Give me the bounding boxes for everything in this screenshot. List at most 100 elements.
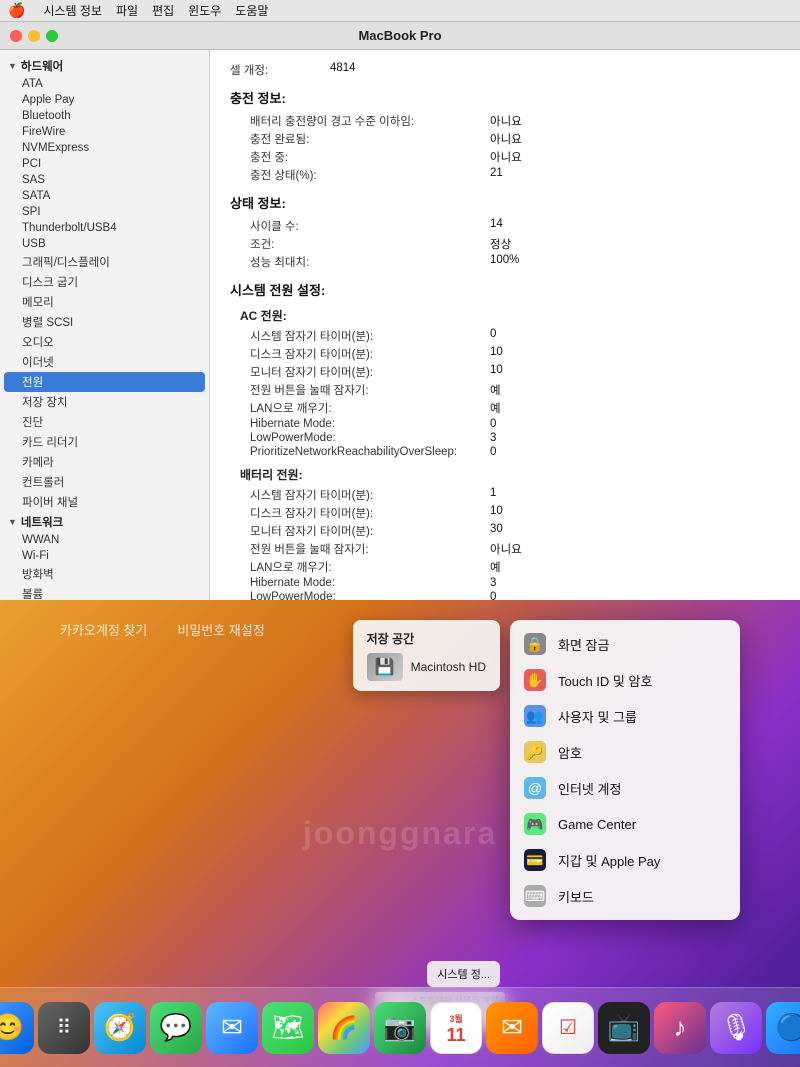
dock-podcasts[interactable]: 🎙 bbox=[710, 1002, 762, 1054]
disk-sleep-value: 10 bbox=[490, 346, 503, 362]
sidebar-item-ethernet[interactable]: 이더넷 bbox=[0, 352, 209, 372]
hardware-arrow: ▼ bbox=[8, 61, 17, 71]
battery-power-title: 배터리 전원: bbox=[240, 466, 780, 483]
sidebar-item-memory[interactable]: 메모리 bbox=[0, 292, 209, 312]
sidebar-item-fiberchannel[interactable]: 파이버 채널 bbox=[0, 492, 209, 512]
mail-icon: ✉ bbox=[221, 1012, 243, 1043]
monitor-sleep-label: 모니터 잠자기 타이머(분): bbox=[250, 364, 490, 380]
power-btn-sleep-value: 예 bbox=[490, 382, 501, 398]
battery-low-label: 배터리 충전량이 경고 수준 이하임: bbox=[250, 113, 490, 129]
dock-mail[interactable]: ✉ bbox=[206, 1002, 258, 1054]
menu-file[interactable]: 파일 bbox=[116, 2, 138, 19]
traffic-lights bbox=[10, 30, 58, 42]
sidebar-item-sas[interactable]: SAS bbox=[0, 172, 209, 188]
lan-wakeup-value: 예 bbox=[490, 400, 501, 416]
dropdown-keyboard[interactable]: ⌨ 키보드 bbox=[510, 878, 740, 914]
kakao-text[interactable]: 카카오계정 찾기 bbox=[60, 620, 147, 639]
dock-finder[interactable]: 😊 bbox=[0, 1002, 34, 1054]
photos-icon: 🌈 bbox=[330, 1015, 357, 1041]
password-text[interactable]: 비밀번호 재설정 bbox=[177, 620, 264, 639]
dock-calendar[interactable]: 3월 11 bbox=[430, 1002, 482, 1054]
dropdown-touchid-label: Touch ID 및 암호 bbox=[558, 671, 652, 690]
dock-photos[interactable]: 🌈 bbox=[318, 1002, 370, 1054]
sidebar-item-thunderbolt[interactable]: Thunderbolt/USB4 bbox=[0, 220, 209, 236]
dropdown-users[interactable]: 👥 사용자 및 그룹 bbox=[510, 698, 740, 734]
dock-facetime[interactable]: 📷 bbox=[374, 1002, 426, 1054]
dock-finder2[interactable]: 🔵 bbox=[766, 1002, 800, 1054]
sidebar-item-spi[interactable]: SPI bbox=[0, 204, 209, 220]
reminders-icon: ☑ bbox=[559, 1015, 577, 1040]
network-arrow: ▼ bbox=[8, 517, 17, 527]
network-section[interactable]: ▼ 네트워크 bbox=[0, 512, 209, 532]
menu-system-info[interactable]: 시스템 정보 bbox=[43, 2, 102, 19]
sidebar-item-graphics[interactable]: 그래픽/디스플레이 bbox=[0, 252, 209, 272]
dock-appletv[interactable]: 📺 bbox=[598, 1002, 650, 1054]
sidebar-item-storage[interactable]: 저장 장치 bbox=[0, 392, 209, 412]
dock-maps[interactable]: 🗺 bbox=[262, 1002, 314, 1054]
disk-sleep-label: 디스크 잠자기 타이머(분): bbox=[250, 346, 490, 362]
sidebar-item-audio[interactable]: 오디오 bbox=[0, 332, 209, 352]
launchpad-icon: ⠿ bbox=[57, 1015, 72, 1040]
dropdown-wallet[interactable]: 💳 지갑 및 Apple Pay bbox=[510, 842, 740, 878]
menu-edit[interactable]: 편집 bbox=[152, 2, 174, 19]
dropdown-gamecenter[interactable]: 🎮 Game Center bbox=[510, 806, 740, 842]
sidebar-item-diagnostics[interactable]: 진단 bbox=[0, 412, 209, 432]
fullscreen-button[interactable] bbox=[46, 30, 58, 42]
bat-lan-label: LAN으로 깨우기: bbox=[250, 559, 490, 575]
dock-mail2[interactable]: ✉ bbox=[486, 1002, 538, 1054]
dropdown-touchid[interactable]: ✋ Touch ID 및 암호 bbox=[510, 662, 740, 698]
power-btn-sleep-label: 전원 버튼을 눌때 잠자기: bbox=[250, 382, 490, 398]
dock-music[interactable]: ♪ bbox=[654, 1002, 706, 1054]
dropdown-internet[interactable]: @ 인터넷 계정 bbox=[510, 770, 740, 806]
sidebar-item-applepay[interactable]: Apple Pay bbox=[0, 92, 209, 108]
charge-complete-label: 충전 완료됨: bbox=[250, 131, 490, 147]
monitor-sleep-value: 10 bbox=[490, 364, 503, 380]
battery-low-value: 아니요 bbox=[490, 113, 522, 129]
sidebar-item-controller[interactable]: 컨트롤러 bbox=[0, 472, 209, 492]
bat-sys-sleep-value: 1 bbox=[490, 487, 496, 503]
low-power-value: 3 bbox=[490, 432, 496, 444]
dock-safari[interactable]: 🧭 bbox=[94, 1002, 146, 1054]
dropdown-gamecenter-label: Game Center bbox=[558, 817, 636, 832]
network-label: 네트워크 bbox=[21, 514, 63, 530]
system-info-button[interactable]: 시스템 정... bbox=[427, 961, 500, 987]
facetime-icon: 📷 bbox=[384, 1012, 416, 1043]
sidebar-item-camera[interactable]: 카메라 bbox=[0, 452, 209, 472]
sidebar-item-parallelscsi[interactable]: 병렬 SCSI bbox=[0, 312, 209, 332]
charge-info-title: 충전 정보: bbox=[230, 88, 780, 107]
maps-icon: 🗺 bbox=[271, 1012, 304, 1043]
sidebar-item-ata[interactable]: ATA bbox=[0, 76, 209, 92]
sidebar-item-pci[interactable]: PCI bbox=[0, 156, 209, 172]
calendar-month: 3월 bbox=[446, 1010, 465, 1025]
touchid-icon: ✋ bbox=[524, 669, 546, 691]
hardware-section[interactable]: ▼ 하드웨어 bbox=[0, 56, 209, 76]
users-icon: 👥 bbox=[524, 705, 546, 727]
minimize-button[interactable] bbox=[28, 30, 40, 42]
apple-menu-icon[interactable]: 🍎 bbox=[8, 2, 25, 19]
sidebar-item-firewall[interactable]: 방화벽 bbox=[0, 564, 209, 584]
dropdown-security[interactable]: 🔑 암호 bbox=[510, 734, 740, 770]
dock-launchpad[interactable]: ⠿ bbox=[38, 1002, 90, 1054]
menu-help[interactable]: 도움말 bbox=[235, 2, 268, 19]
dock-reminders[interactable]: ☑ bbox=[542, 1002, 594, 1054]
menu-window[interactable]: 윈도우 bbox=[188, 2, 221, 19]
sidebar-item-volume[interactable]: 볼륨 bbox=[0, 584, 209, 600]
sidebar-item-bluetooth[interactable]: Bluetooth bbox=[0, 108, 209, 124]
sidebar-item-nvmexpress[interactable]: NVMExpress bbox=[0, 140, 209, 156]
storage-panel: 저장 공간 💾 Macintosh HD bbox=[353, 620, 500, 691]
sidebar-item-power[interactable]: 전원 bbox=[4, 372, 205, 392]
dock-messages[interactable]: 💬 bbox=[150, 1002, 202, 1054]
close-button[interactable] bbox=[10, 30, 22, 42]
prioritize-value: 0 bbox=[490, 446, 496, 458]
dropdown-screen-lock[interactable]: 🔒 화면 잠금 bbox=[510, 626, 740, 662]
sidebar-item-cardreader[interactable]: 카드 리더기 bbox=[0, 432, 209, 452]
sidebar-item-wwan[interactable]: WWAN bbox=[0, 532, 209, 548]
sidebar-item-usb[interactable]: USB bbox=[0, 236, 209, 252]
sidebar-item-firewire[interactable]: FireWire bbox=[0, 124, 209, 140]
bat-low-power-value: 0 bbox=[490, 591, 496, 600]
sidebar-item-sata[interactable]: SATA bbox=[0, 188, 209, 204]
sidebar-item-wifi[interactable]: Wi-Fi bbox=[0, 548, 209, 564]
charging-value: 아니요 bbox=[490, 149, 522, 165]
sidebar-item-diskburn[interactable]: 디스크 굽기 bbox=[0, 272, 209, 292]
bat-monitor-sleep-label: 모니터 잠자기 타이머(분): bbox=[250, 523, 490, 539]
